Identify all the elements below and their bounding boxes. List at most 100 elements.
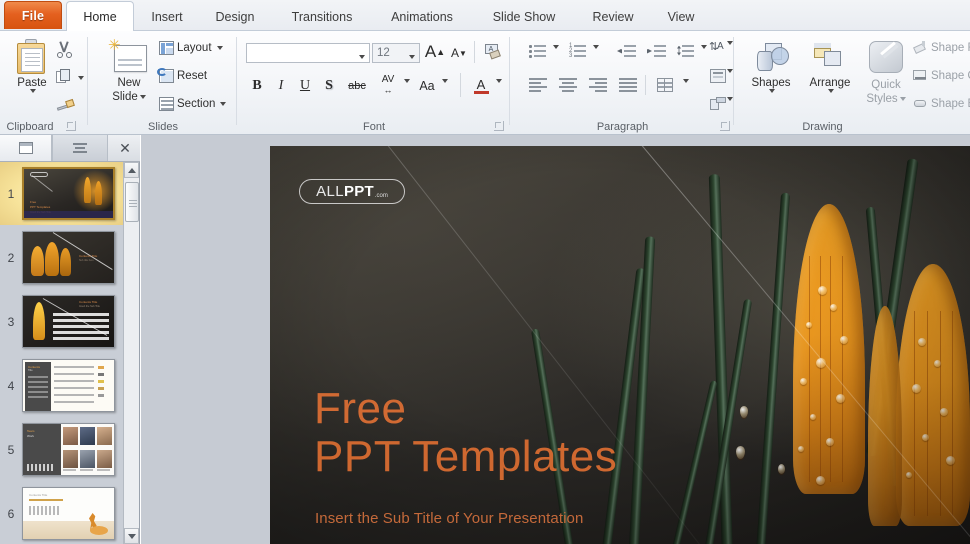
thumbnail-slide-4[interactable]: 4 Contents Title bbox=[0, 354, 124, 417]
italic-button[interactable]: I bbox=[270, 75, 292, 97]
columns-chevron[interactable] bbox=[681, 79, 689, 83]
quick-styles-chevron-down-icon[interactable] bbox=[899, 97, 906, 101]
font-name-input[interactable] bbox=[246, 43, 370, 63]
tab-file[interactable]: File bbox=[4, 1, 62, 29]
justify-button[interactable] bbox=[615, 75, 641, 95]
copy-button[interactable] bbox=[56, 69, 84, 86]
character-spacing-chevron[interactable] bbox=[402, 79, 410, 83]
shapes-button[interactable]: Shapes bbox=[743, 39, 799, 93]
font-color-chevron[interactable] bbox=[494, 79, 502, 83]
new-slide-button[interactable]: ✳ New Slide bbox=[101, 38, 157, 103]
new-slide-chevron-down-icon[interactable] bbox=[139, 95, 146, 99]
tab-review[interactable]: Review bbox=[580, 2, 646, 31]
scroll-up-button[interactable] bbox=[124, 162, 139, 178]
layout-button[interactable]: Layout bbox=[159, 41, 223, 55]
text-direction-chevron[interactable] bbox=[725, 41, 733, 45]
line-spacing-icon bbox=[677, 44, 695, 59]
reset-button[interactable]: Reset bbox=[157, 68, 208, 83]
shape-fill-button[interactable]: Shape Fi bbox=[913, 41, 970, 55]
format-painter-button[interactable] bbox=[56, 97, 75, 114]
slide-title-line-1[interactable]: Free bbox=[314, 386, 406, 432]
tab-outline-view[interactable] bbox=[52, 135, 108, 161]
font-size-input[interactable]: 12 bbox=[372, 43, 420, 63]
bullets-chevron[interactable] bbox=[551, 45, 559, 49]
align-left-button[interactable] bbox=[525, 75, 551, 95]
columns-icon bbox=[657, 78, 673, 92]
align-center-button[interactable] bbox=[555, 75, 581, 95]
italic-label: I bbox=[278, 78, 284, 93]
thumbnail-list[interactable]: 1 Free PPT Templates Insert the Sub Titl… bbox=[0, 162, 124, 544]
tab-slides-view[interactable] bbox=[0, 135, 52, 161]
layout-label: Layout bbox=[177, 42, 212, 54]
bold-button[interactable]: B bbox=[246, 75, 268, 97]
tab-insert[interactable]: Insert bbox=[138, 2, 196, 31]
section-icon bbox=[159, 97, 174, 111]
clipboard-dialog-launcher[interactable] bbox=[66, 121, 76, 131]
scrollbar-thumb[interactable] bbox=[125, 182, 139, 222]
line-spacing-chevron[interactable] bbox=[699, 45, 707, 49]
section-button[interactable]: Section bbox=[159, 97, 227, 111]
strikethrough-button[interactable]: abc bbox=[342, 75, 372, 97]
underline-button[interactable]: U bbox=[294, 75, 316, 97]
current-slide[interactable]: ALL PPT .com Free PPT Templates Insert t… bbox=[270, 146, 970, 544]
numbering-chevron[interactable] bbox=[591, 45, 599, 49]
quick-styles-button[interactable]: Quick Styles bbox=[861, 39, 911, 105]
increase-indent-button[interactable] bbox=[645, 41, 669, 61]
shrink-font-button[interactable]: A ▼ bbox=[448, 43, 470, 63]
align-text-chevron[interactable] bbox=[725, 69, 733, 73]
shape-outline-label: Shape O bbox=[931, 70, 970, 82]
slide-canvas-area[interactable]: ALL PPT .com Free PPT Templates Insert t… bbox=[141, 135, 970, 544]
section-chevron-down-icon[interactable] bbox=[220, 102, 227, 106]
copy-icon bbox=[56, 69, 73, 86]
character-spacing-button[interactable]: AV ↔ bbox=[374, 73, 402, 97]
scroll-down-button[interactable] bbox=[124, 528, 139, 544]
numbering-button[interactable]: 123 bbox=[567, 41, 589, 61]
thumbnail-slide-1[interactable]: 1 Free PPT Templates Insert the Sub Titl… bbox=[0, 162, 124, 225]
align-right-button[interactable] bbox=[585, 75, 611, 95]
tab-slide-show[interactable]: Slide Show bbox=[478, 2, 570, 31]
grow-font-button[interactable]: A ▲ bbox=[424, 41, 446, 63]
font-dialog-launcher[interactable] bbox=[494, 121, 504, 131]
quick-styles-label-2: Styles bbox=[866, 93, 898, 105]
copy-chevron-down-icon[interactable] bbox=[78, 75, 84, 80]
thumbnail-scrollbar[interactable] bbox=[123, 162, 139, 544]
tab-view[interactable]: View bbox=[654, 2, 708, 31]
close-panel-button[interactable]: ✕ bbox=[110, 135, 140, 161]
cut-button[interactable] bbox=[56, 41, 73, 58]
tab-home[interactable]: Home bbox=[66, 1, 134, 32]
smartart-chevron[interactable] bbox=[725, 97, 733, 101]
ribbon-group-paragraph: 123 ⇅ A Paragraph bbox=[511, 31, 734, 135]
font-color-button[interactable]: A bbox=[470, 73, 492, 97]
arrange-chevron-down-icon[interactable] bbox=[828, 89, 834, 93]
slide-title-line-2[interactable]: PPT Templates bbox=[314, 434, 617, 480]
tab-transitions[interactable]: Transitions bbox=[276, 2, 368, 31]
decrease-indent-button[interactable] bbox=[615, 41, 639, 61]
arrange-button[interactable]: Arrange bbox=[801, 39, 859, 93]
shape-effects-button[interactable]: Shape Ef bbox=[913, 97, 970, 111]
font-size-chevron-down-icon[interactable] bbox=[409, 54, 415, 59]
line-spacing-button[interactable] bbox=[675, 41, 697, 61]
thumbnail-slide-3[interactable]: 3 Contents Title Insert the Sub Title bbox=[0, 290, 124, 353]
reset-label: Reset bbox=[177, 70, 208, 82]
text-shadow-button[interactable]: S bbox=[318, 75, 340, 97]
shape-outline-button[interactable]: Shape O bbox=[913, 69, 970, 83]
font-name-chevron-down-icon[interactable] bbox=[359, 54, 365, 59]
layout-chevron-down-icon[interactable] bbox=[216, 46, 223, 50]
paste-button[interactable]: Paste bbox=[8, 39, 56, 93]
slide-subtitle[interactable]: Insert the Sub Title of Your Presentatio… bbox=[315, 510, 583, 527]
tab-animations[interactable]: Animations bbox=[378, 2, 466, 31]
change-case-button[interactable]: Aa bbox=[414, 75, 440, 97]
clear-formatting-button[interactable]: A bbox=[480, 41, 504, 63]
change-case-label: Aa bbox=[419, 79, 435, 93]
thumbnail-slide-2[interactable]: 2 Contents Title Sub title here bbox=[0, 226, 124, 289]
bullets-button[interactable] bbox=[527, 41, 549, 61]
tab-design[interactable]: Design bbox=[204, 2, 266, 31]
shapes-chevron-down-icon[interactable] bbox=[769, 89, 775, 93]
change-case-chevron[interactable] bbox=[440, 79, 448, 83]
thumbnail-image-5: Team Work bbox=[22, 423, 115, 476]
paste-chevron-down-icon[interactable] bbox=[30, 89, 36, 93]
thumbnail-slide-6[interactable]: 6 Contents Title bbox=[0, 482, 124, 544]
font-color-label: A bbox=[476, 76, 486, 92]
columns-button[interactable] bbox=[653, 75, 677, 95]
thumbnail-slide-5[interactable]: 5 Team Work bbox=[0, 418, 124, 481]
